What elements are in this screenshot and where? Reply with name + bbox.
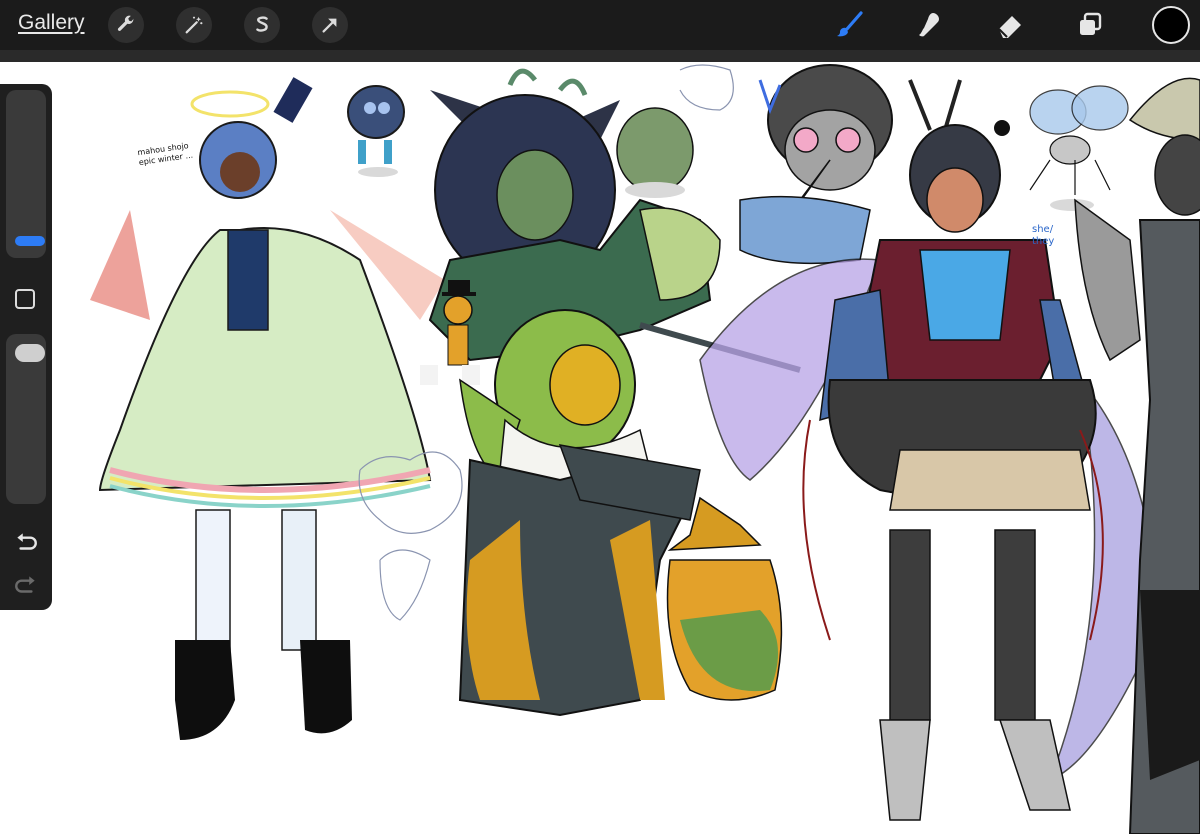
- selection-button[interactable]: [244, 7, 280, 43]
- wrench-icon: [117, 15, 134, 31]
- brush-size-knob[interactable]: [15, 236, 45, 246]
- drawing-canvas[interactable]: mahou shojo epic winter ... she/ they: [0, 62, 1200, 834]
- layers-icon: [1080, 12, 1102, 35]
- character-mosquito: [994, 85, 1129, 211]
- brush-tool-button[interactable]: [832, 7, 868, 43]
- brush-size-slider[interactable]: [6, 90, 46, 258]
- character-bird-mask: [739, 64, 893, 265]
- undo-icon[interactable]: [13, 529, 39, 555]
- character-green-creature: [616, 107, 694, 198]
- eraser-icon: [998, 16, 1021, 38]
- layers-button[interactable]: [1072, 7, 1108, 43]
- smudge-icon: [919, 13, 939, 37]
- character-moth-winged: [699, 79, 1161, 821]
- top-toolbar: Gallery: [0, 0, 1200, 50]
- opacity-knob[interactable]: [15, 344, 45, 362]
- transform-arrow-icon: [322, 18, 337, 33]
- color-picker-swatch[interactable]: [1152, 6, 1190, 44]
- actions-wrench-button[interactable]: [108, 7, 144, 43]
- transform-button[interactable]: [312, 7, 348, 43]
- character-hat-creature: [666, 496, 783, 701]
- square-icon[interactable]: [15, 289, 35, 309]
- adjustments-button[interactable]: [176, 7, 212, 43]
- brush-icon: [837, 11, 863, 37]
- artwork-sketches: [90, 64, 1200, 834]
- toolbar-divider: [0, 50, 1200, 62]
- handwritten-note-2: she/ they: [1032, 224, 1055, 247]
- eraser-tool-button[interactable]: [992, 7, 1028, 43]
- redo-icon[interactable]: [13, 572, 39, 598]
- left-sidebar: [0, 84, 52, 610]
- character-magical-girl: [90, 77, 445, 740]
- opacity-slider[interactable]: [6, 334, 46, 504]
- smudge-tool-button[interactable]: [912, 7, 948, 43]
- gallery-button[interactable]: Gallery: [18, 11, 85, 35]
- character-small-robot: [347, 85, 405, 177]
- magic-wand-icon: [185, 16, 203, 34]
- selection-s-icon: [256, 16, 268, 32]
